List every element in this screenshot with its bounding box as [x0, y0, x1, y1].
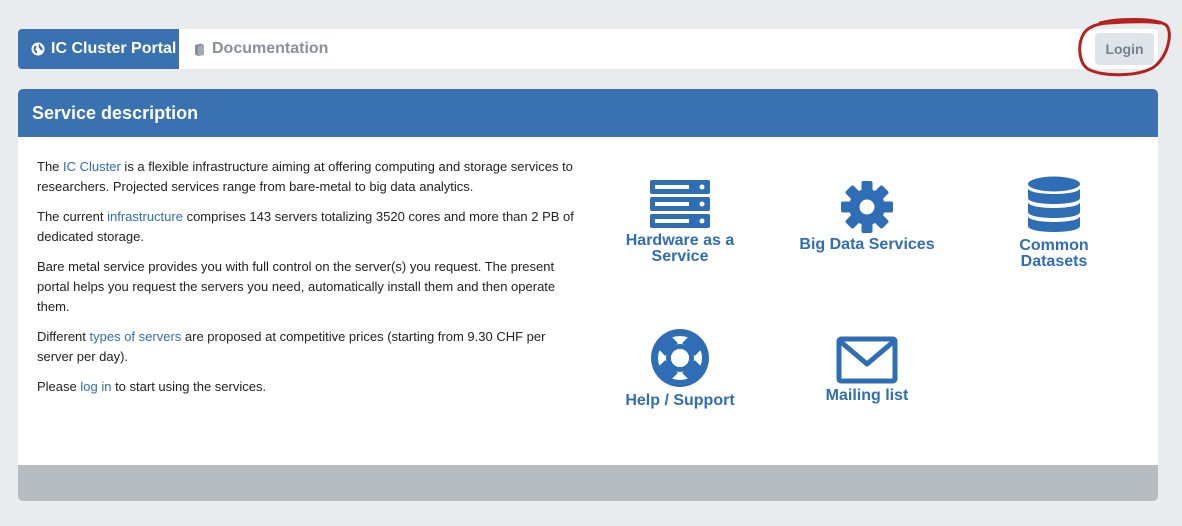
types-of-servers-link[interactable]: types of servers [90, 329, 182, 344]
server-icon [650, 180, 710, 228]
infrastructure-link[interactable]: infrastructure [107, 209, 183, 224]
tile-label: Mailing list [825, 387, 909, 404]
service-tile-datasets[interactable]: Common Datasets [1004, 176, 1104, 270]
paragraph: Different types of servers are proposed … [37, 327, 582, 367]
nav-tab-documentation[interactable]: Documentation [194, 29, 328, 69]
service-tile-help-support[interactable]: Help / Support [620, 327, 740, 409]
panel-title: Service description [32, 102, 199, 123]
documentation-label: Documentation [212, 40, 329, 57]
service-tile-hardware[interactable]: Hardware as a Service [620, 179, 740, 265]
log-in-link[interactable]: log in [80, 379, 111, 394]
text: The [37, 159, 64, 174]
service-description-text: The IC Cluster is a flexible infrastruct… [37, 157, 582, 407]
top-navbar: IC Cluster Portal Documentation Login [18, 29, 1158, 69]
book-icon [194, 43, 206, 56]
globe-icon [31, 42, 45, 56]
login-button[interactable]: Login [1095, 33, 1154, 65]
text: Please [37, 379, 81, 394]
text: to start using the services. [111, 379, 267, 394]
paragraph: Bare metal service provides you with ful… [37, 259, 556, 314]
text: Different [37, 329, 90, 344]
gear-icon [841, 181, 893, 233]
paragraph: The IC Cluster is a flexible infrastruct… [37, 157, 582, 197]
service-description-panel: Service description The IC Cluster is a … [18, 89, 1158, 501]
nav-tab-ic-cluster-portal[interactable]: IC Cluster Portal [18, 29, 179, 69]
database-icon [1028, 176, 1080, 232]
panel-header: Service description [18, 89, 1158, 137]
paragraph: Please log in to start using the service… [37, 377, 582, 397]
tile-label: Help / Support [625, 392, 735, 409]
service-tile-big-data[interactable]: Big Data Services [797, 181, 937, 253]
paragraph: The current infrastructure comprises 143… [37, 207, 582, 247]
service-tile-mailing-list[interactable]: Mailing list [807, 336, 927, 404]
tile-label: Hardware as a Service [625, 232, 735, 265]
life-ring-icon [651, 329, 709, 387]
panel-footer [18, 465, 1158, 501]
text: The current [37, 209, 108, 224]
envelope-icon [836, 336, 898, 384]
brand-label: IC Cluster Portal [51, 40, 177, 57]
ic-cluster-link[interactable]: IC Cluster [63, 159, 121, 174]
tile-label: Common Datasets [1019, 237, 1089, 270]
tile-label: Big Data Services [799, 236, 935, 253]
